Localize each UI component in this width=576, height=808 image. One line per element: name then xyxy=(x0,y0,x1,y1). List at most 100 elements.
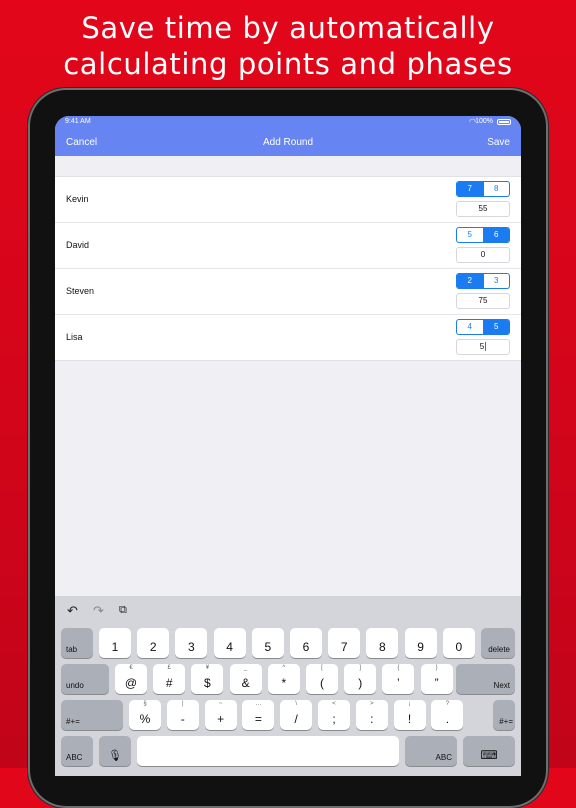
phase-option[interactable]: 7 xyxy=(457,182,483,196)
key[interactable]: … = xyxy=(242,700,275,730)
phase-selector: 7 8 xyxy=(456,181,510,197)
key-symbol: 5 xyxy=(264,640,272,654)
key[interactable]: <; xyxy=(318,700,350,730)
key-symbol: + xyxy=(217,712,225,726)
key[interactable]: 2 xyxy=(137,628,170,658)
key-symbol: 4 xyxy=(226,640,233,654)
player-list: Kevin 7 8 55 David 5 6 0 Steven 2 3 75 L… xyxy=(55,176,521,361)
key[interactable]: _ & xyxy=(229,664,262,694)
key[interactable]: 7 xyxy=(328,628,361,658)
player-row-lisa: Lisa 4 5 5 xyxy=(55,315,521,360)
key-symbol: 1 xyxy=(111,640,119,654)
key-symbol: $ xyxy=(204,676,211,690)
key[interactable]: ]) xyxy=(344,664,377,694)
keyboard-dismiss-icon: ⌨ xyxy=(480,748,498,762)
text-caret xyxy=(485,342,487,352)
key-symbol: ( xyxy=(320,676,324,690)
key[interactable]: 9 xyxy=(404,628,437,658)
key[interactable]: 6 xyxy=(290,628,322,658)
key-symbol: ’ xyxy=(397,676,400,690)
symbols-key-left[interactable]: #+= xyxy=(61,700,123,730)
phase-option[interactable]: 5 xyxy=(482,320,509,334)
key[interactable]: 8 xyxy=(366,628,399,658)
key[interactable]: ¡! xyxy=(393,700,426,730)
symbols-key-right[interactable]: #+= xyxy=(493,700,515,730)
points-input[interactable]: 55 xyxy=(456,201,510,217)
promo-headline: Save time by automatically calculating p… xyxy=(0,10,576,82)
key[interactable]: {’ xyxy=(382,664,415,694)
key-alt-symbol: ^ xyxy=(282,665,286,671)
key-symbol: * xyxy=(281,676,287,690)
key-symbol: - xyxy=(180,712,185,726)
key[interactable]: 0 xyxy=(442,628,475,658)
key-alt-symbol: < xyxy=(332,701,336,707)
key-symbol: 0 xyxy=(455,640,463,654)
delete-key[interactable]: delete xyxy=(481,628,515,658)
key-symbol: 9 xyxy=(417,640,424,654)
key-alt-symbol: | xyxy=(182,701,184,707)
key[interactable]: >: xyxy=(355,700,388,730)
key-symbol: 3 xyxy=(188,640,195,654)
tab-key[interactable]: tab xyxy=(61,628,93,658)
key-alt-symbol: _ xyxy=(243,665,248,671)
key-alt-symbol: § xyxy=(143,701,147,707)
next-key[interactable]: Next xyxy=(456,664,515,694)
key[interactable]: [( xyxy=(306,664,338,694)
key[interactable]: ^ * xyxy=(267,664,300,694)
key[interactable]: € @ xyxy=(115,664,147,694)
space-bar[interactable] xyxy=(137,736,399,766)
microphone-icon: 🎙 xyxy=(108,750,122,762)
key-symbol: ! xyxy=(407,712,412,726)
navigation-bar: 9:41 AM ◠ 100% Cancel Add Round Save xyxy=(55,116,521,156)
key-alt-symbol: \ xyxy=(295,701,298,707)
abc-key-left[interactable]: ABC xyxy=(61,736,93,766)
key[interactable]: }” xyxy=(420,664,453,694)
save-button[interactable]: Save xyxy=(487,137,510,148)
key[interactable]: 1 xyxy=(99,628,131,658)
points-input-active[interactable]: 5 xyxy=(456,339,510,355)
phase-option[interactable]: 6 xyxy=(482,228,509,242)
battery-icon xyxy=(497,119,511,125)
hide-keyboard-key[interactable]: ⌨ xyxy=(463,736,515,766)
key[interactable]: £ # xyxy=(153,664,186,694)
redo-icon[interactable]: ↷ xyxy=(93,603,104,619)
player-name: Steven xyxy=(66,286,95,296)
key[interactable]: | - xyxy=(166,700,199,730)
key[interactable]: 4 xyxy=(213,628,246,658)
key-symbol: 2 xyxy=(149,640,157,654)
key-symbol: # xyxy=(165,676,173,690)
key[interactable]: 3 xyxy=(175,628,208,658)
key-alt-symbol: { xyxy=(397,665,400,671)
key[interactable]: 5 xyxy=(251,628,284,658)
phase-option[interactable]: 2 xyxy=(457,274,483,288)
phase-selector: 5 6 xyxy=(456,227,510,243)
key[interactable]: \ / xyxy=(280,700,313,730)
points-input[interactable]: 0 xyxy=(456,247,510,263)
key[interactable]: ?. xyxy=(431,700,464,730)
key[interactable]: §% xyxy=(129,700,161,730)
key-symbol: 7 xyxy=(340,640,348,654)
player-name: Lisa xyxy=(66,332,83,342)
key-alt-symbol: ? xyxy=(445,701,450,707)
phase-option[interactable]: 5 xyxy=(457,228,483,242)
key-symbol: = xyxy=(254,712,262,726)
undo-key[interactable]: undo xyxy=(61,664,109,694)
status-time: 9:41 AM xyxy=(65,118,91,125)
dictation-key[interactable]: 🎙 xyxy=(99,736,131,766)
phase-option[interactable]: 4 xyxy=(457,320,483,334)
paste-icon[interactable]: ⧉ xyxy=(119,604,127,617)
phase-option[interactable]: 3 xyxy=(482,274,510,288)
undo-icon[interactable]: ↶ xyxy=(67,603,78,619)
key[interactable]: ¥ $ xyxy=(191,664,224,694)
key-symbol: : xyxy=(370,712,374,726)
points-input[interactable]: 75 xyxy=(456,293,510,309)
phase-selector: 2 3 xyxy=(456,273,510,289)
key[interactable]: ~ + xyxy=(204,700,237,730)
phase-selector: 4 5 xyxy=(456,319,510,335)
key-symbol: . xyxy=(445,712,450,726)
key-symbol: ) xyxy=(358,676,363,690)
player-row-david: David 5 6 0 xyxy=(55,223,521,269)
abc-key-right[interactable]: ABC xyxy=(405,736,457,766)
phase-option[interactable]: 8 xyxy=(482,182,510,196)
player-row-kevin: Kevin 7 8 55 xyxy=(55,177,521,223)
